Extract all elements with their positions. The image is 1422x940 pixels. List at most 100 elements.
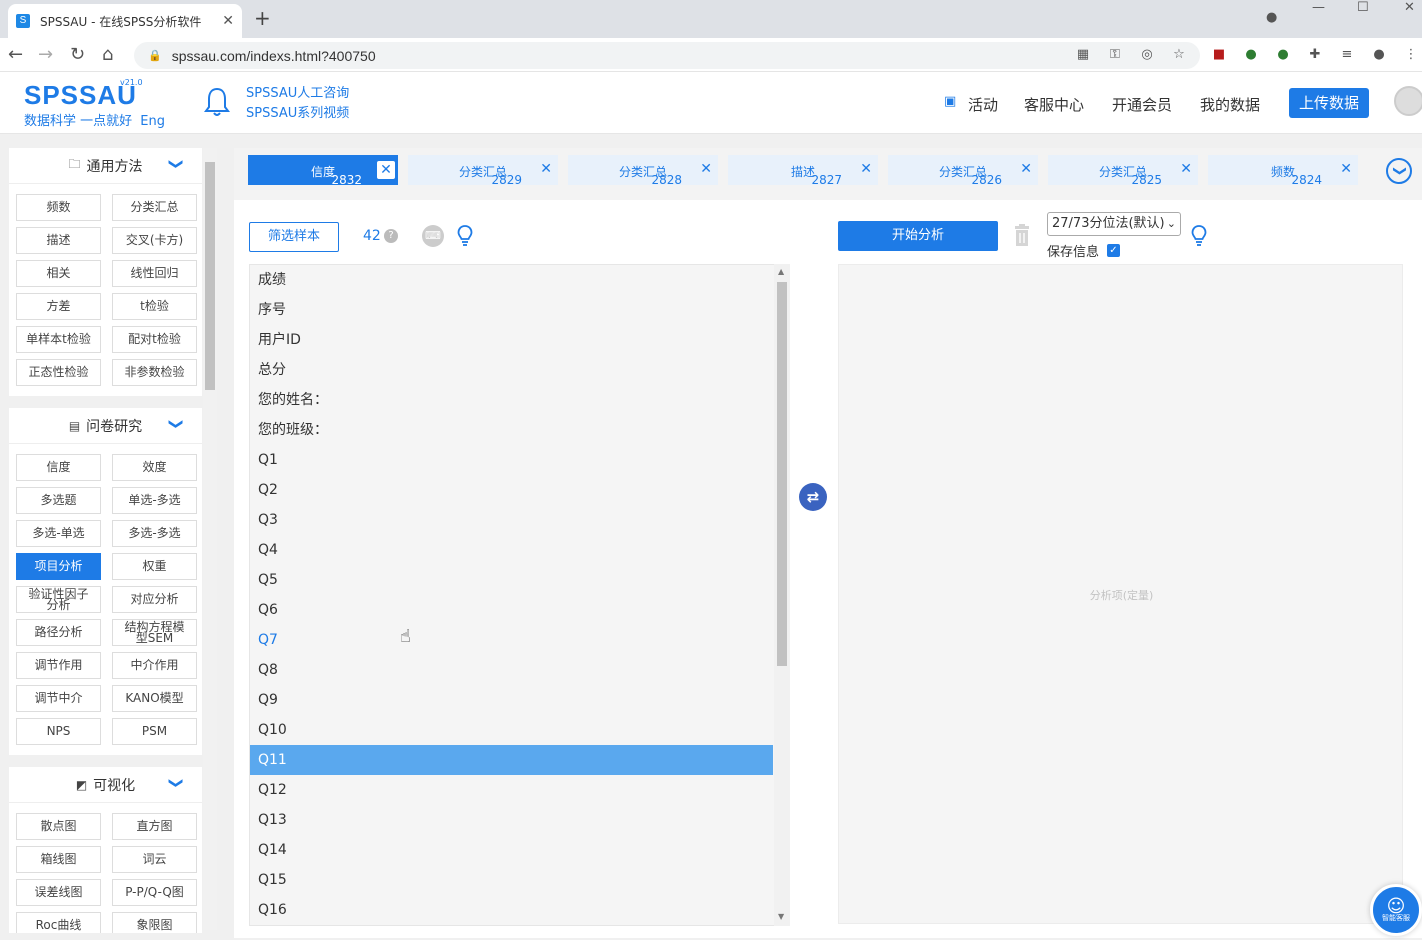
avatar[interactable] [1394, 86, 1422, 116]
sidebar-scroll-thumb[interactable] [205, 162, 215, 390]
method-button-multi-single[interactable]: 多选-单选 [16, 520, 101, 547]
list-item[interactable]: 总分 [250, 355, 773, 385]
variable-scroll-thumb[interactable] [777, 282, 787, 666]
list-item[interactable]: 用户ID [250, 325, 773, 355]
method-button-anova[interactable]: 方差 [16, 293, 101, 320]
key-icon[interactable]: ⚿ [1106, 46, 1124, 64]
upload-data-button[interactable]: 上传数据 [1289, 88, 1369, 118]
trash-icon[interactable] [1012, 224, 1032, 246]
save-info-checkbox[interactable]: ✓ [1107, 244, 1120, 257]
method-button-cfa[interactable]: 验证性因子分析 [16, 586, 101, 613]
close-icon[interactable]: ✕ [700, 161, 712, 177]
reload-icon[interactable]: ↻ [70, 44, 85, 65]
method-button-histogram[interactable]: 直方图 [112, 813, 197, 840]
method-button-reliability[interactable]: 信度 [16, 454, 101, 481]
method-button-mediation[interactable]: 中介作用 [112, 652, 197, 679]
more-menu-icon[interactable]: ⋮ [1402, 46, 1420, 64]
list-item[interactable]: Q10 [250, 715, 773, 745]
close-icon[interactable]: ✕ [377, 161, 395, 179]
list-item[interactable]: Q4 [250, 535, 773, 565]
close-icon[interactable]: ✕ [1020, 161, 1032, 177]
logo[interactable]: SPSSAU v21.0 数据科学 一点就好 Eng [24, 78, 165, 129]
method-button-roc[interactable]: Roc曲线 [16, 912, 101, 933]
list-item[interactable]: Q11 [250, 745, 773, 775]
method-button-errorbar[interactable]: 误差线图 [16, 879, 101, 906]
green-extension-icon[interactable]: ● [1274, 46, 1292, 64]
list-item[interactable]: 您的班级： [250, 415, 773, 445]
nav-my-data[interactable]: 我的数据 [1200, 94, 1260, 115]
list-item[interactable]: Q1 [250, 445, 773, 475]
qr-icon[interactable]: ▦ [1074, 46, 1092, 64]
lightbulb-icon[interactable] [457, 224, 473, 248]
method-button-weight[interactable]: 权重 [112, 553, 197, 580]
bell-icon[interactable] [202, 86, 232, 118]
eye-off-icon[interactable]: ◎ [1138, 46, 1156, 64]
list-item[interactable]: Q8 [250, 655, 773, 685]
link-extension-icon[interactable]: ● [1242, 46, 1260, 64]
maximize-icon[interactable]: ☐ [1357, 0, 1369, 18]
method-button-normality[interactable]: 正态性检验 [16, 359, 101, 386]
filter-sample-button[interactable]: 筛选样本 [249, 222, 339, 252]
method-button-single-multi[interactable]: 单选-多选 [112, 487, 197, 514]
analysis-tab[interactable]: 分类汇总 2829 ✕ [408, 155, 558, 187]
analysis-items-box[interactable]: 分析项(定量) [838, 264, 1403, 924]
method-button-linear-regression[interactable]: 线性回归 [112, 260, 197, 287]
forward-icon[interactable]: → [38, 44, 53, 65]
puzzle-icon[interactable]: ✚ [1306, 46, 1324, 64]
home-icon[interactable]: ⌂ [102, 44, 113, 65]
nav-membership[interactable]: 开通会员 [1112, 94, 1172, 115]
variable-list-scrollbar[interactable]: ▲ ▼ [774, 264, 790, 926]
list-item[interactable]: Q6 [250, 595, 773, 625]
analysis-tab[interactable]: 分类汇总 2826 ✕ [888, 155, 1038, 187]
method-button-descriptive[interactable]: 描述 [16, 227, 101, 254]
analysis-tab[interactable]: 信度 2832 ✕ [248, 155, 398, 187]
new-tab-icon[interactable]: + [254, 6, 271, 30]
method-button-nps[interactable]: NPS [16, 718, 101, 745]
close-icon[interactable]: ✕ [860, 161, 872, 177]
method-button-item-analysis[interactable]: 项目分析 [16, 553, 101, 580]
method-button-moderated-mediation[interactable]: 调节中介 [16, 685, 101, 712]
close-tab-icon[interactable]: ✕ [222, 13, 234, 29]
reading-list-icon[interactable]: ≡ [1338, 46, 1356, 64]
sidebar-scrollbar[interactable] [203, 148, 217, 930]
list-item[interactable]: Q12 [250, 775, 773, 805]
method-button-correspondence[interactable]: 对应分析 [112, 586, 197, 613]
section-header-general[interactable]: 🗀 通用方法 ❯ [9, 148, 202, 184]
list-item[interactable]: Q15 [250, 865, 773, 895]
method-button-quadrant[interactable]: 象限图 [112, 912, 197, 933]
method-button-correlation[interactable]: 相关 [16, 260, 101, 287]
method-button-frequency[interactable]: 频数 [16, 194, 101, 221]
method-button-nonparametric[interactable]: 非参数检验 [112, 359, 197, 386]
chevron-down-icon[interactable]: ❯ [168, 158, 184, 170]
analysis-tab[interactable]: 分类汇总 2825 ✕ [1048, 155, 1198, 187]
method-button-psm[interactable]: PSM [112, 718, 197, 745]
method-button-boxplot[interactable]: 箱线图 [16, 846, 101, 873]
method-button-moderation[interactable]: 调节作用 [16, 652, 101, 679]
method-button-multi-choice[interactable]: 多选题 [16, 487, 101, 514]
chevron-down-icon[interactable]: ❯ [168, 777, 184, 789]
scroll-up-icon[interactable]: ▲ [778, 267, 784, 276]
nav-service-center[interactable]: 客服中心 [1024, 94, 1084, 115]
list-item[interactable]: Q2 [250, 475, 773, 505]
list-item[interactable]: 成绩 [250, 265, 773, 295]
method-button-multi-multi[interactable]: 多选-多选 [112, 520, 197, 547]
method-button-crosstab[interactable]: 交叉(卡方) [112, 227, 197, 254]
section-header-visualization[interactable]: ◩ 可视化 ❯ [9, 767, 202, 803]
list-item[interactable]: Q3 [250, 505, 773, 535]
list-item[interactable]: Q14 [250, 835, 773, 865]
consult-link[interactable]: SPSSAU人工咨询 [246, 84, 349, 104]
close-icon[interactable]: ✕ [540, 161, 552, 177]
method-button-validity[interactable]: 效度 [112, 454, 197, 481]
method-button-wordcloud[interactable]: 词云 [112, 846, 197, 873]
chevron-down-icon[interactable]: ❯ [1386, 158, 1412, 184]
analysis-tab[interactable]: 频数 2824 ✕ [1208, 155, 1358, 187]
start-analysis-button[interactable]: 开始分析 [838, 221, 998, 251]
account-icon[interactable]: ● [1370, 46, 1388, 64]
method-button-group-summary[interactable]: 分类汇总 [112, 194, 197, 221]
list-item[interactable]: Q16 [250, 895, 773, 925]
section-header-questionnaire[interactable]: ▤ 问卷研究 ❯ [9, 408, 202, 444]
method-button-kano[interactable]: KANO模型 [112, 685, 197, 712]
list-item[interactable]: 您的姓名： [250, 385, 773, 415]
analysis-tab[interactable]: 描述 2827 ✕ [728, 155, 878, 187]
browser-tab[interactable]: S SPSSAU - 在线SPSS分析软件 ✕ [8, 4, 242, 38]
